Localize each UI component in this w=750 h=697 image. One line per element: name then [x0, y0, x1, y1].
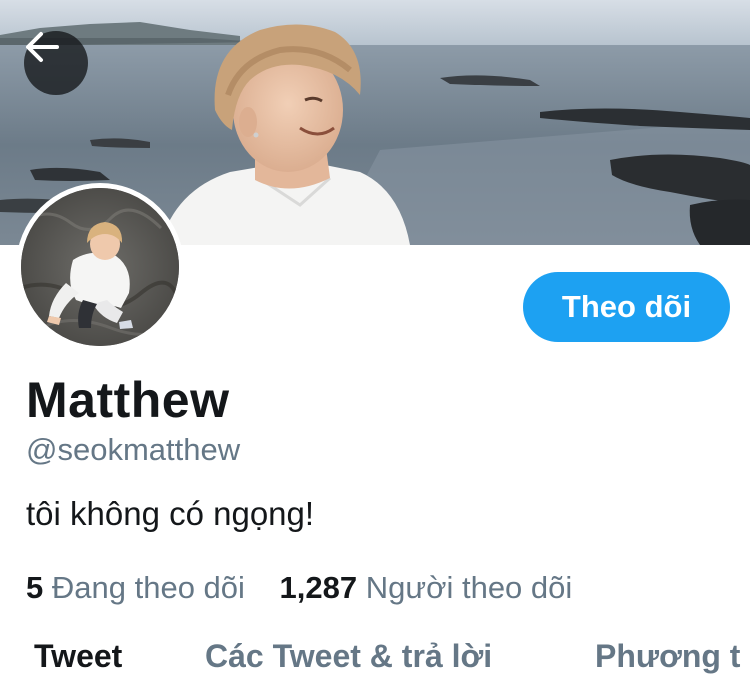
followers-count: 1,287: [279, 570, 358, 605]
arrow-left-icon: [26, 32, 59, 62]
avatar[interactable]: [16, 183, 184, 351]
tab-tweets[interactable]: Tweet: [34, 636, 122, 676]
avatar-image: [21, 188, 179, 346]
display-name: Matthew: [26, 372, 230, 428]
profile-tabs: Tweet Các Tweet & trả lời Phương t: [0, 630, 750, 697]
profile-handle: @seokmatthew: [26, 432, 241, 467]
profile-stats: 5 Đang theo dõi 1,287 Người theo dõi: [26, 570, 572, 606]
followers-label: Người theo dõi: [365, 570, 573, 605]
profile-bio: tôi không có ngọng!: [26, 495, 315, 532]
tab-tweets-and-replies[interactable]: Các Tweet & trả lời: [205, 636, 492, 676]
following-label: Đang theo dõi: [51, 570, 245, 605]
following-count: 5: [26, 570, 44, 605]
follow-button[interactable]: Theo dõi: [523, 272, 730, 342]
followers-stat[interactable]: 1,287 Người theo dõi: [280, 570, 573, 606]
following-stat[interactable]: 5 Đang theo dõi: [26, 570, 245, 606]
back-button[interactable]: [24, 31, 88, 95]
tab-media[interactable]: Phương t: [595, 636, 740, 676]
